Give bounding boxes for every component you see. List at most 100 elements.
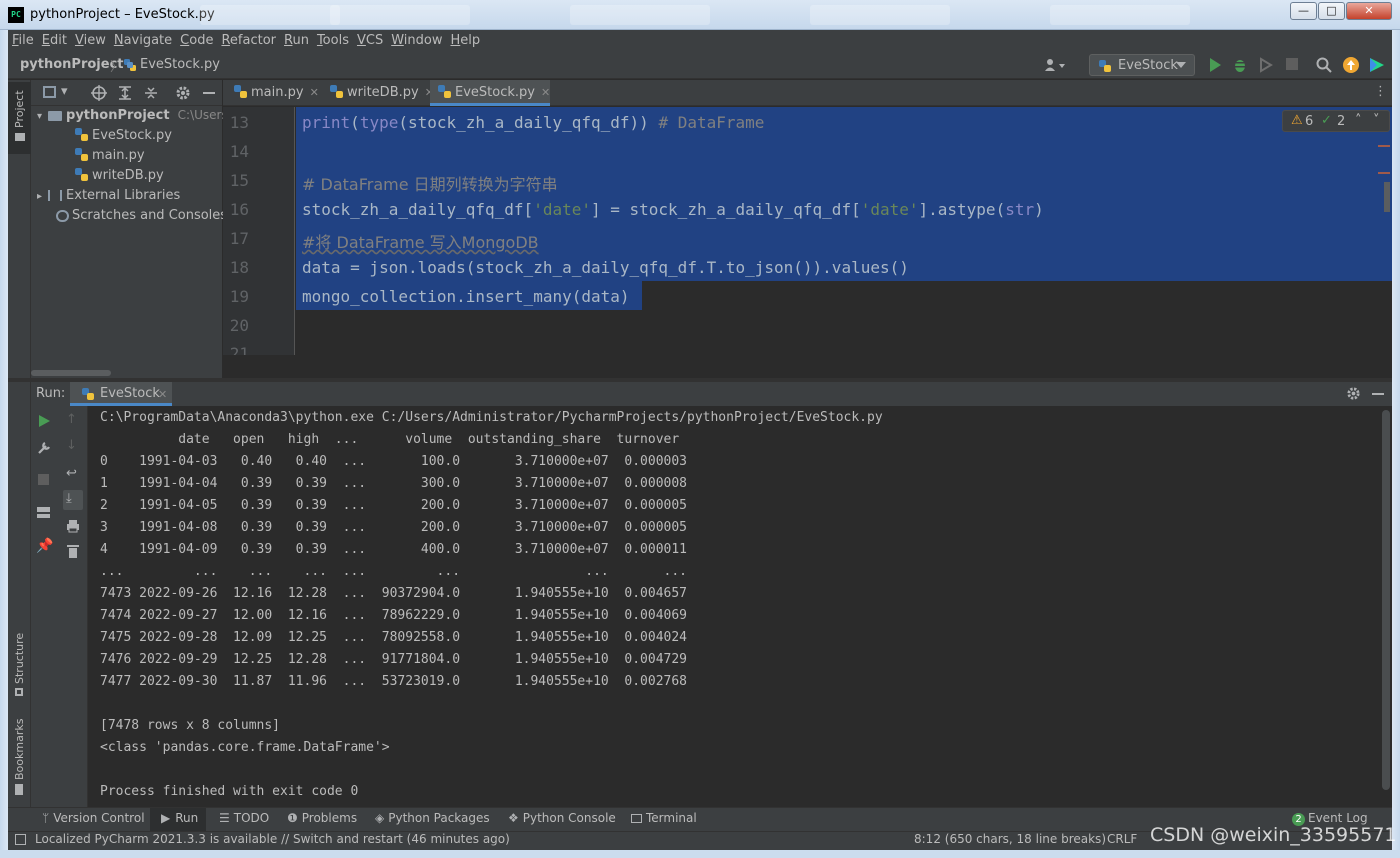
- stop-icon[interactable]: [1286, 58, 1298, 70]
- status-message[interactable]: Localized PyCharm 2021.3.3 is available …: [35, 832, 510, 846]
- caret-position[interactable]: 8:12 (650 chars, 18 line breaks): [914, 832, 1106, 846]
- debug-icon[interactable]: [1232, 57, 1248, 73]
- tab-evestock-py[interactable]: EveStock.py ✕: [430, 80, 550, 106]
- console-line: 7474 2022-09-27 12.00 12.16 ... 78962229…: [100, 608, 687, 623]
- run-panel-label: Run:: [36, 386, 66, 401]
- print-icon[interactable]: [66, 519, 80, 533]
- background-window-tab: [570, 5, 710, 25]
- layers-icon: ◈: [375, 811, 385, 825]
- console-line: 1 1991-04-04 0.39 0.39 ... 300.0 3.71000…: [100, 476, 687, 491]
- tree-root[interactable]: ▾ pythonProject C:\Users\: [37, 108, 232, 123]
- trash-icon[interactable]: [67, 544, 79, 558]
- project-view-icon[interactable]: [43, 86, 56, 98]
- todo-tool[interactable]: ☰ TODO: [219, 811, 269, 825]
- menu-bar: File Edit View Navigate Code Refactor Run Tools…: [8, 30, 1392, 52]
- line-separator[interactable]: CRLF: [1107, 832, 1137, 846]
- console-line: [7478 rows x 8 columns]: [100, 718, 281, 733]
- tree-file-writedb[interactable]: writeDB.py: [75, 168, 164, 183]
- tree-scratches[interactable]: Scratches and Consoles: [56, 208, 227, 223]
- tree-file-evestock[interactable]: EveStock.py: [75, 128, 172, 143]
- code-comment: # DataFrame: [658, 113, 765, 132]
- arrow-up-icon[interactable]: ↑: [66, 412, 77, 427]
- breadcrumb-project[interactable]: pythonProject: [20, 57, 124, 72]
- version-control-tool[interactable]: ᛘ Version Control: [42, 811, 145, 825]
- coverage-icon[interactable]: [1258, 57, 1274, 73]
- bookmarks-tool-label[interactable]: Bookmarks: [13, 719, 26, 780]
- collapse-all-icon[interactable]: [143, 85, 159, 101]
- chevron-down-icon[interactable]: ˅: [1373, 113, 1380, 128]
- error-stripe-mark[interactable]: [1378, 145, 1390, 147]
- line-number: 16: [229, 200, 249, 219]
- python-packages-tool[interactable]: ◈ Python Packages: [375, 811, 490, 825]
- layout-icon[interactable]: [37, 507, 50, 518]
- run-icon[interactable]: [1208, 57, 1222, 73]
- dropdown-chevron-icon[interactable]: ▾: [61, 84, 68, 99]
- menu-vcs[interactable]: VCS: [353, 30, 387, 48]
- error-stripe-mark[interactable]: [1378, 172, 1390, 174]
- tab-main-py[interactable]: main.py ✕: [226, 80, 327, 106]
- code-line-17: #将 DataFrame 写入MongoDB: [302, 229, 539, 253]
- tree-external-libraries[interactable]: ▸ External Libraries: [37, 188, 180, 203]
- menu-window[interactable]: Window: [387, 30, 446, 48]
- gear-icon[interactable]: [175, 85, 191, 101]
- hide-panel-icon[interactable]: [203, 92, 215, 94]
- tree-scratches-label: Scratches and Consoles: [72, 208, 228, 223]
- wrench-icon[interactable]: [36, 440, 52, 456]
- editor-scrollbar[interactable]: [1384, 182, 1390, 212]
- scroll-to-end-icon: ⤓: [66, 491, 72, 506]
- menu-help[interactable]: Help: [447, 30, 485, 48]
- line-number: 13: [229, 113, 249, 132]
- close-tab-icon[interactable]: ✕: [310, 86, 319, 99]
- rerun-icon[interactable]: [37, 414, 51, 428]
- tree-file-main[interactable]: main.py: [75, 148, 145, 163]
- menu-tools[interactable]: Tools: [313, 30, 353, 48]
- left-tool-stripe: [8, 80, 31, 807]
- gear-icon[interactable]: [1346, 386, 1361, 401]
- chevron-up-icon[interactable]: ˄: [1355, 113, 1362, 128]
- menu-view[interactable]: View: [71, 30, 110, 48]
- terminal-tool[interactable]: Terminal: [631, 811, 697, 825]
- jetbrains-space-icon[interactable]: [1368, 56, 1386, 74]
- console-line: Process finished with exit code 0: [100, 784, 359, 799]
- tree-external-label: External Libraries: [66, 188, 181, 203]
- close-tab-icon[interactable]: ✕: [541, 86, 550, 99]
- console-scrollbar[interactable]: [1382, 410, 1390, 790]
- locate-file-icon[interactable]: [91, 85, 107, 101]
- pin-icon[interactable]: 📌: [36, 538, 53, 554]
- problems-tool[interactable]: ❶ Problems: [287, 811, 357, 825]
- minimize-button[interactable]: —: [1290, 2, 1317, 20]
- structure-tool-label[interactable]: Structure: [13, 633, 26, 684]
- code-token: ].astype(: [918, 200, 1006, 219]
- close-tab-icon[interactable]: ✕: [158, 388, 167, 401]
- vcs-user-icon[interactable]: [1044, 58, 1068, 72]
- menu-refactor[interactable]: Refactor: [217, 30, 280, 48]
- toggle-tool-windows-icon[interactable]: [15, 834, 26, 845]
- menu-file[interactable]: File: [8, 30, 38, 48]
- soft-wrap-icon[interactable]: ↩: [66, 466, 77, 481]
- run-tool[interactable]: ▶ Run: [161, 811, 198, 825]
- inspection-widget[interactable]: ⚠ 6 ✓ 2 ˄ ˅: [1282, 110, 1390, 132]
- breadcrumb-file[interactable]: EveStock.py: [140, 57, 220, 72]
- tab-writedb-py[interactable]: writeDB.py✕: [322, 80, 442, 106]
- project-tool-label[interactable]: Project: [13, 90, 26, 128]
- arrow-down-icon[interactable]: ↓: [66, 438, 77, 453]
- python-file-icon: [75, 168, 88, 181]
- menu-navigate[interactable]: Navigate: [110, 30, 176, 48]
- update-icon[interactable]: [1342, 56, 1360, 74]
- close-window-button[interactable]: ✕: [1346, 2, 1392, 20]
- project-horizontal-scrollbar[interactable]: [31, 370, 111, 376]
- hide-panel-icon[interactable]: [1372, 393, 1384, 395]
- background-window-tab: [1050, 5, 1190, 25]
- search-icon[interactable]: [1316, 57, 1332, 73]
- menu-edit[interactable]: Edit: [38, 30, 71, 48]
- menu-code[interactable]: Code: [176, 30, 217, 48]
- tool-label: TODO: [233, 811, 270, 825]
- more-tabs-icon[interactable]: ⋮: [1374, 84, 1387, 99]
- maximize-button[interactable]: □: [1318, 2, 1345, 20]
- python-console-tool[interactable]: ❖ Python Console: [508, 811, 616, 825]
- expand-all-icon[interactable]: [117, 85, 133, 101]
- stop-icon[interactable]: [38, 474, 49, 485]
- list-icon: ☰: [219, 811, 230, 825]
- menu-run[interactable]: Run: [280, 30, 313, 48]
- code-string: 'date': [533, 200, 591, 219]
